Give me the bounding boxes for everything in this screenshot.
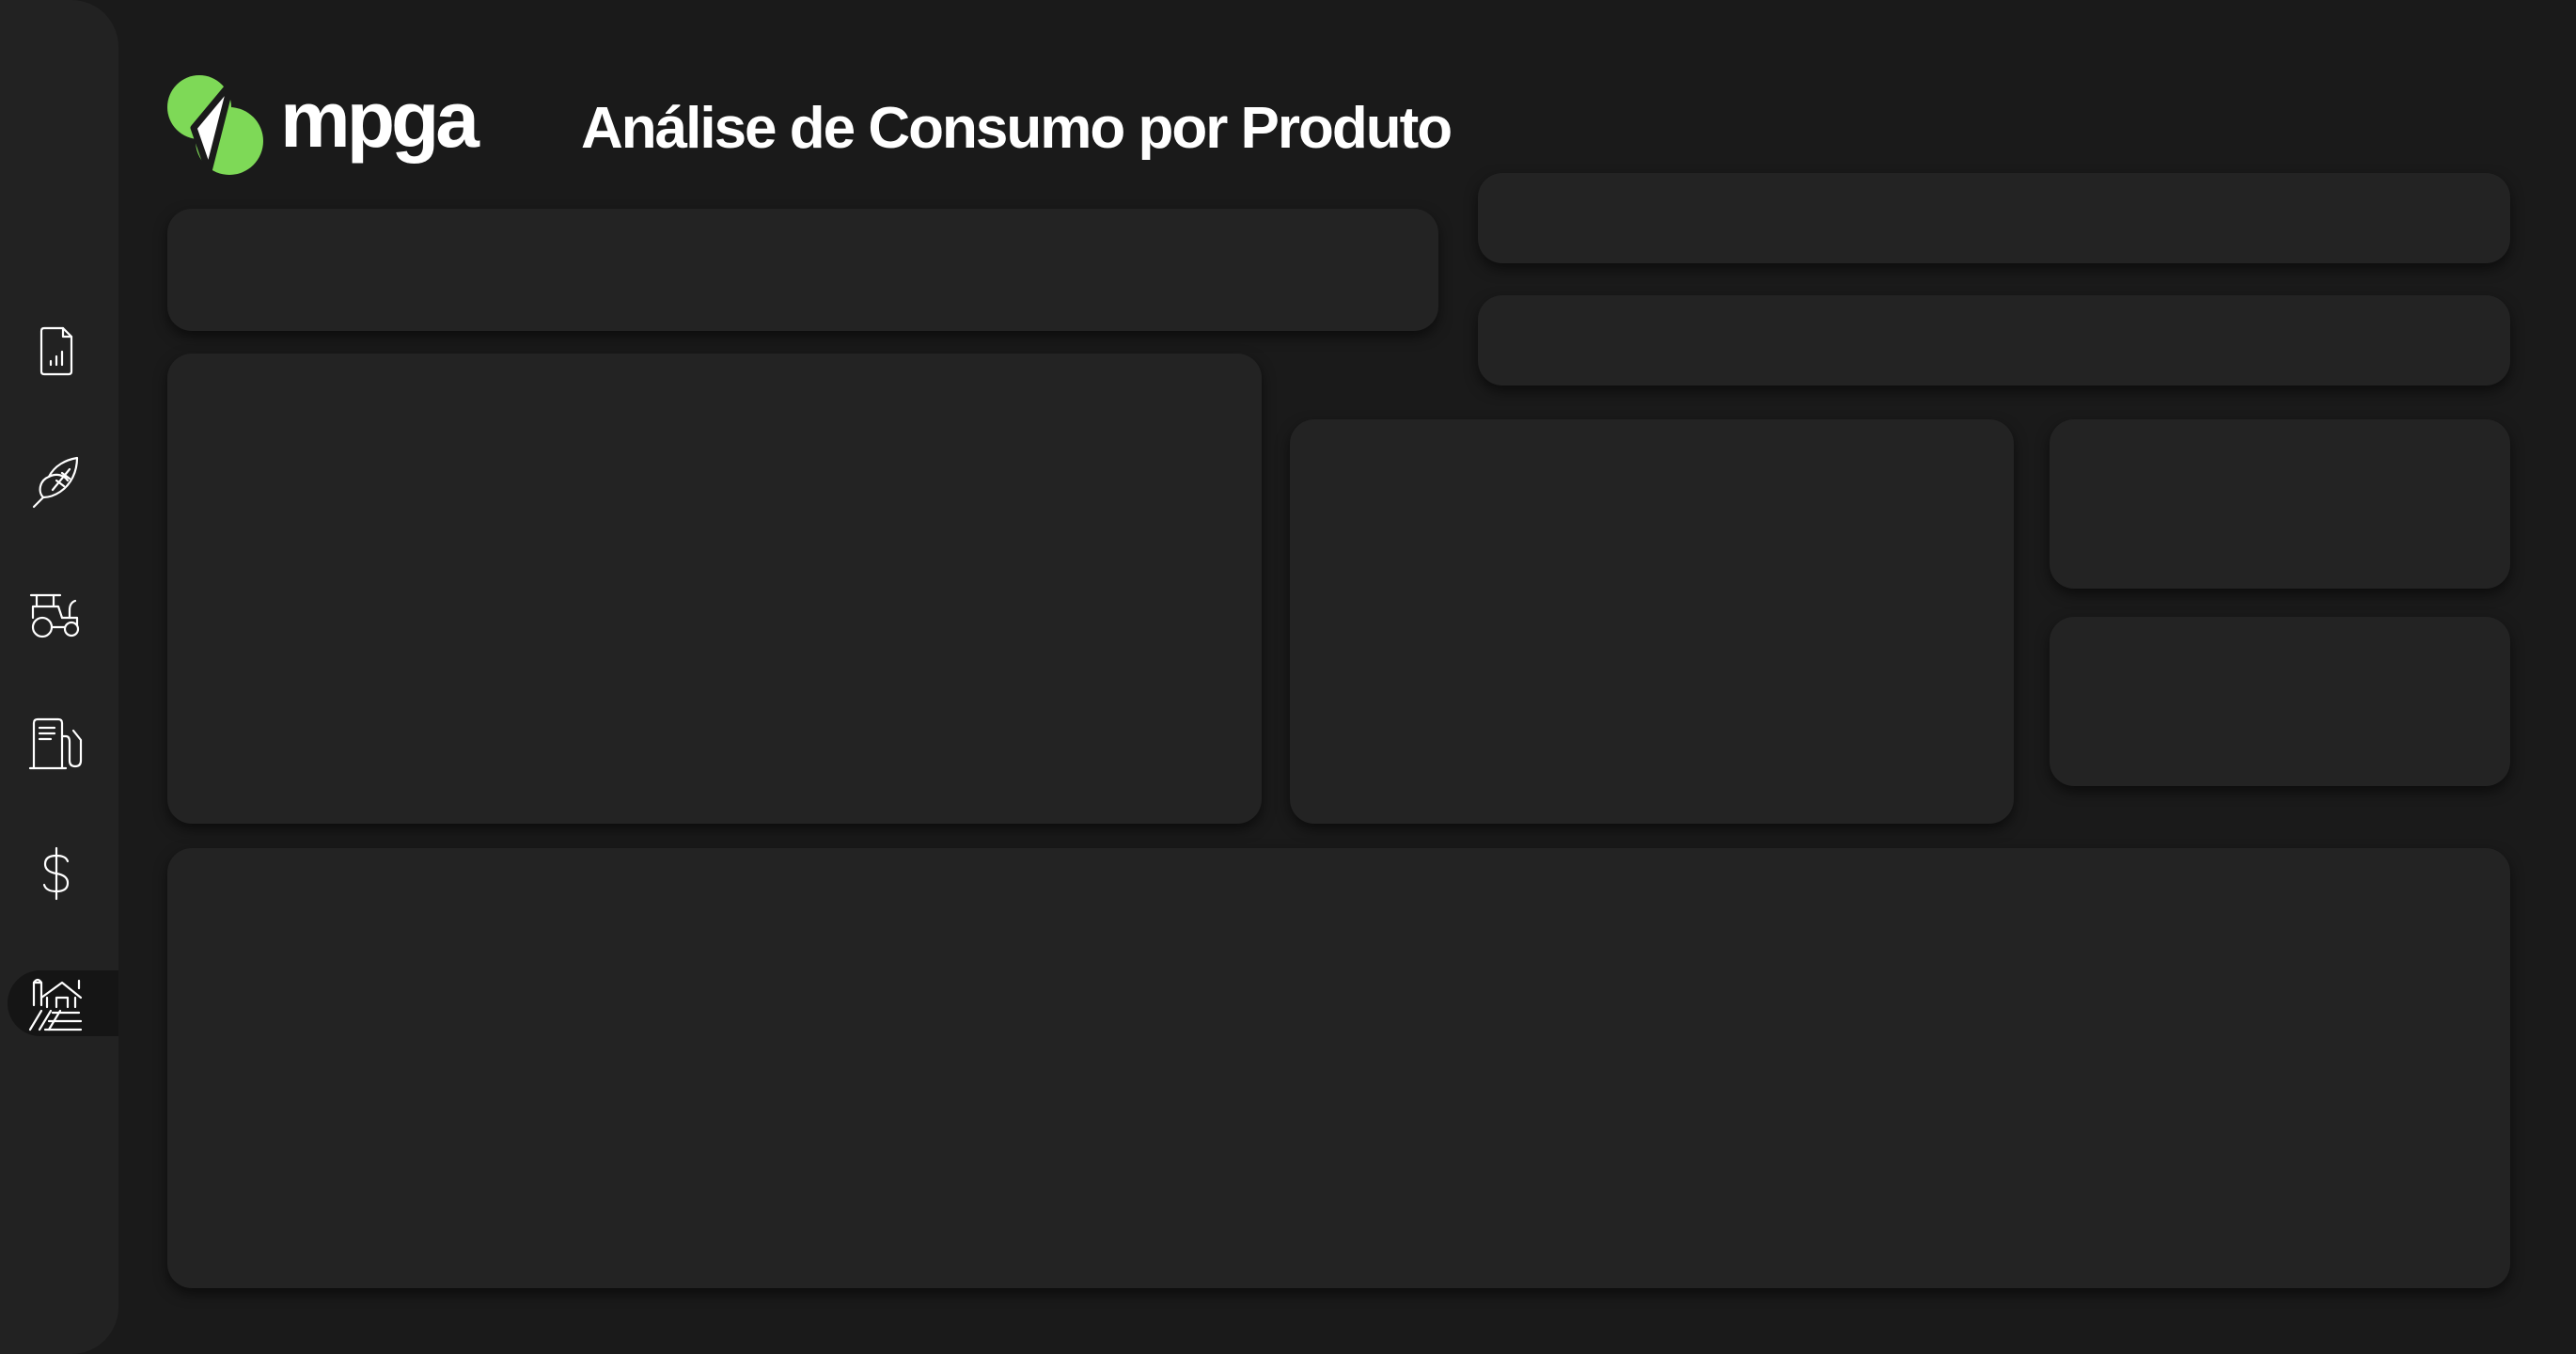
filter-bar-bottom bbox=[1478, 295, 2510, 386]
data-table-panel bbox=[167, 848, 2510, 1288]
app-window: mpga Análise de Consumo por Produto bbox=[0, 0, 2576, 1354]
farm-icon bbox=[28, 978, 83, 1031]
filter-panel bbox=[167, 209, 1438, 331]
sidebar-item-fuel[interactable] bbox=[8, 711, 118, 777]
sidebar-item-tractor[interactable] bbox=[8, 581, 118, 647]
sidebar-item-corn[interactable] bbox=[8, 449, 118, 515]
sidebar bbox=[0, 0, 118, 1354]
brand-logo[interactable]: mpga bbox=[165, 73, 479, 177]
chart-panel-left bbox=[167, 354, 1262, 824]
chart-panel-center bbox=[1290, 419, 2014, 824]
sidebar-item-finance[interactable] bbox=[8, 841, 118, 906]
sidebar-item-farm[interactable] bbox=[8, 970, 118, 1036]
brand-name: mpga bbox=[280, 75, 479, 164]
filter-bar-top bbox=[1478, 173, 2510, 263]
corn-icon bbox=[32, 456, 79, 509]
mpga-logo-icon bbox=[167, 75, 263, 175]
report-chart-icon bbox=[39, 326, 73, 376]
kpi-card-bottom bbox=[2050, 617, 2510, 786]
fuel-pump-icon bbox=[28, 717, 83, 770]
dollar-icon bbox=[42, 846, 70, 901]
sidebar-item-report[interactable] bbox=[8, 318, 118, 384]
tractor-icon bbox=[29, 593, 80, 638]
page-title: Análise de Consumo por Produto bbox=[581, 96, 1453, 161]
kpi-card-top bbox=[2050, 419, 2510, 589]
